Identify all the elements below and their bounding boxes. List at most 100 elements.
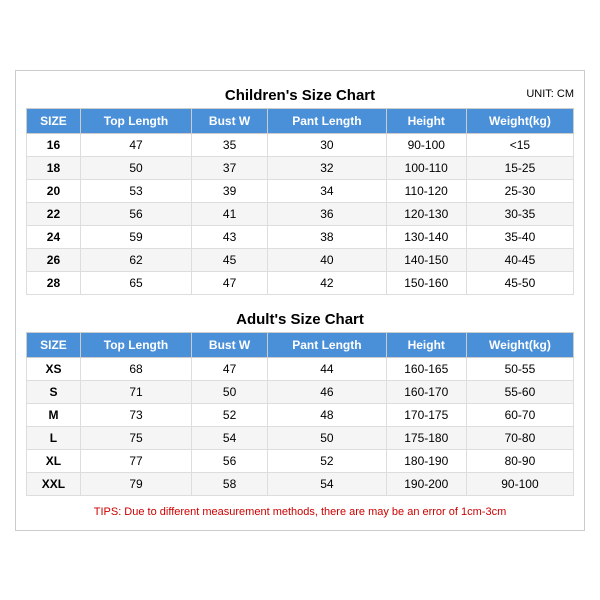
table-cell: 52 xyxy=(192,403,268,426)
table-cell: 18 xyxy=(27,156,81,179)
table-cell: 79 xyxy=(80,472,191,495)
children-col-pant-length: Pant Length xyxy=(268,108,386,133)
table-cell: 37 xyxy=(192,156,268,179)
table-cell: 70-80 xyxy=(466,426,573,449)
table-cell: 42 xyxy=(268,271,386,294)
table-row: 28654742150-16045-50 xyxy=(27,271,574,294)
children-col-bust-w: Bust W xyxy=(192,108,268,133)
table-cell: 130-140 xyxy=(386,225,466,248)
children-title: Children's Size Chart UNIT: CM xyxy=(26,81,574,108)
table-cell: 62 xyxy=(80,248,191,271)
table-row: 1647353090-100<15 xyxy=(27,133,574,156)
table-cell: 41 xyxy=(192,202,268,225)
children-header-row: SIZE Top Length Bust W Pant Length Heigh… xyxy=(27,108,574,133)
table-row: 24594338130-14035-40 xyxy=(27,225,574,248)
table-cell: 110-120 xyxy=(386,179,466,202)
unit-label: UNIT: CM xyxy=(526,88,574,100)
table-cell: 20 xyxy=(27,179,81,202)
table-cell: 47 xyxy=(192,357,268,380)
table-cell: L xyxy=(27,426,81,449)
table-cell: 39 xyxy=(192,179,268,202)
table-row: XXL795854190-20090-100 xyxy=(27,472,574,495)
table-cell: XS xyxy=(27,357,81,380)
table-cell: XL xyxy=(27,449,81,472)
table-cell: 52 xyxy=(268,449,386,472)
table-cell: 15-25 xyxy=(466,156,573,179)
children-col-weight: Weight(kg) xyxy=(466,108,573,133)
table-cell: 32 xyxy=(268,156,386,179)
table-cell: 65 xyxy=(80,271,191,294)
table-cell: 53 xyxy=(80,179,191,202)
table-cell: 50 xyxy=(192,380,268,403)
table-cell: 100-110 xyxy=(386,156,466,179)
table-cell: 47 xyxy=(192,271,268,294)
table-cell: 140-150 xyxy=(386,248,466,271)
table-row: XS684744160-16550-55 xyxy=(27,357,574,380)
children-col-size: SIZE xyxy=(27,108,81,133)
table-cell: 22 xyxy=(27,202,81,225)
table-cell: S xyxy=(27,380,81,403)
table-cell: 180-190 xyxy=(386,449,466,472)
adults-header-row: SIZE Top Length Bust W Pant Length Heigh… xyxy=(27,332,574,357)
table-cell: 25-30 xyxy=(466,179,573,202)
table-row: XL775652180-19080-90 xyxy=(27,449,574,472)
table-cell: 55-60 xyxy=(466,380,573,403)
children-col-height: Height xyxy=(386,108,466,133)
table-cell: 77 xyxy=(80,449,191,472)
table-cell: 35 xyxy=(192,133,268,156)
adults-table: SIZE Top Length Bust W Pant Length Heigh… xyxy=(26,332,574,496)
adults-col-pant-length: Pant Length xyxy=(268,332,386,357)
children-table: SIZE Top Length Bust W Pant Length Heigh… xyxy=(26,108,574,295)
table-cell: 28 xyxy=(27,271,81,294)
table-cell: 68 xyxy=(80,357,191,380)
table-cell: <15 xyxy=(466,133,573,156)
table-row: M735248170-17560-70 xyxy=(27,403,574,426)
table-cell: 40 xyxy=(268,248,386,271)
table-cell: 56 xyxy=(192,449,268,472)
adults-col-weight: Weight(kg) xyxy=(466,332,573,357)
table-cell: 26 xyxy=(27,248,81,271)
table-cell: 34 xyxy=(268,179,386,202)
table-cell: 75 xyxy=(80,426,191,449)
children-col-top-length: Top Length xyxy=(80,108,191,133)
table-cell: 45-50 xyxy=(466,271,573,294)
adults-title: Adult's Size Chart xyxy=(26,305,574,332)
table-cell: 73 xyxy=(80,403,191,426)
table-cell: 54 xyxy=(268,472,386,495)
table-cell: 80-90 xyxy=(466,449,573,472)
table-cell: 90-100 xyxy=(386,133,466,156)
tips-text: TIPS: Due to different measurement metho… xyxy=(26,500,574,520)
table-cell: 190-200 xyxy=(386,472,466,495)
table-cell: 44 xyxy=(268,357,386,380)
table-cell: 36 xyxy=(268,202,386,225)
table-cell: 46 xyxy=(268,380,386,403)
table-cell: 30 xyxy=(268,133,386,156)
table-cell: 54 xyxy=(192,426,268,449)
adults-title-text: Adult's Size Chart xyxy=(236,311,364,328)
adults-col-bust-w: Bust W xyxy=(192,332,268,357)
table-cell: 45 xyxy=(192,248,268,271)
table-cell: 56 xyxy=(80,202,191,225)
table-cell: 59 xyxy=(80,225,191,248)
table-cell: M xyxy=(27,403,81,426)
table-cell: 24 xyxy=(27,225,81,248)
table-cell: 160-170 xyxy=(386,380,466,403)
table-row: S715046160-17055-60 xyxy=(27,380,574,403)
table-row: 20533934110-12025-30 xyxy=(27,179,574,202)
table-cell: 48 xyxy=(268,403,386,426)
table-cell: 50-55 xyxy=(466,357,573,380)
table-cell: 71 xyxy=(80,380,191,403)
table-cell: 16 xyxy=(27,133,81,156)
table-cell: 50 xyxy=(80,156,191,179)
table-cell: 40-45 xyxy=(466,248,573,271)
table-cell: 50 xyxy=(268,426,386,449)
table-cell: 38 xyxy=(268,225,386,248)
table-cell: 60-70 xyxy=(466,403,573,426)
table-cell: 35-40 xyxy=(466,225,573,248)
adults-col-size: SIZE xyxy=(27,332,81,357)
chart-container: Children's Size Chart UNIT: CM SIZE Top … xyxy=(15,70,585,531)
table-cell: 30-35 xyxy=(466,202,573,225)
table-cell: 43 xyxy=(192,225,268,248)
table-cell: 170-175 xyxy=(386,403,466,426)
table-cell: 90-100 xyxy=(466,472,573,495)
